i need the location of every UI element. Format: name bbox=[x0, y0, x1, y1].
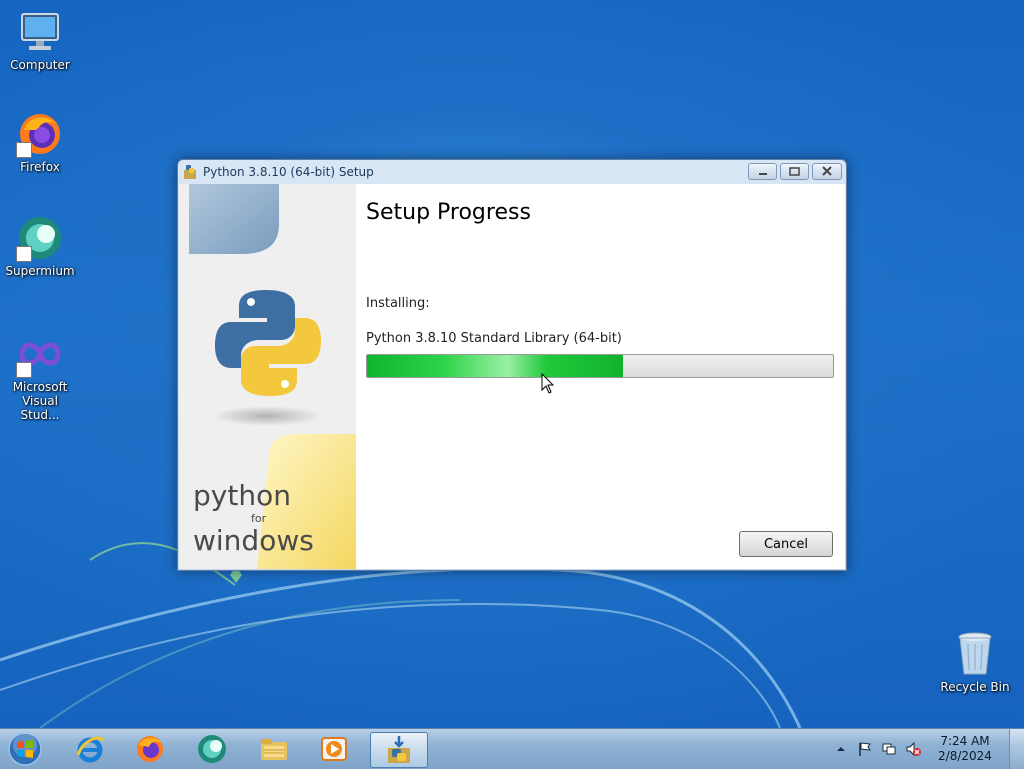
taskbar-media-player[interactable] bbox=[306, 732, 362, 766]
file-explorer-icon bbox=[261, 739, 287, 760]
chevron-up-icon bbox=[837, 747, 845, 751]
status-label: Installing: bbox=[366, 296, 430, 311]
system-tray: 7:24 AM 2/8/2024 bbox=[829, 729, 1024, 769]
taskbar-python-setup[interactable] bbox=[370, 732, 428, 768]
progress-bar bbox=[366, 354, 834, 378]
action-center-tray[interactable] bbox=[857, 741, 873, 757]
page-title: Setup Progress bbox=[366, 200, 531, 225]
desktop-icon-computer[interactable]: Computer bbox=[2, 8, 78, 72]
desktop-icon-supermium[interactable]: Supermium bbox=[2, 214, 78, 278]
close-button[interactable] bbox=[812, 163, 842, 180]
windows-start-icon bbox=[8, 732, 42, 766]
flag-icon bbox=[859, 742, 872, 756]
desktop-icon-label: Computer bbox=[10, 58, 70, 72]
shortcut-arrow-icon bbox=[16, 246, 32, 262]
taskbar: 7:24 AM 2/8/2024 bbox=[0, 728, 1024, 769]
brand-windows-text: windows bbox=[193, 524, 314, 557]
shortcut-arrow-icon bbox=[16, 142, 32, 158]
desktop-icon-firefox[interactable]: Firefox bbox=[2, 110, 78, 174]
desktop-icon-label: Supermium bbox=[5, 264, 75, 278]
current-package-label: Python 3.8.10 Standard Library (64-bit) bbox=[366, 331, 622, 346]
firefox-icon bbox=[16, 110, 64, 158]
taskbar-internet-explorer[interactable] bbox=[62, 732, 118, 766]
firefox-icon bbox=[137, 736, 163, 762]
recycle-bin-icon bbox=[951, 630, 999, 678]
taskbar-supermium[interactable] bbox=[184, 732, 240, 766]
setup-window: Python 3.8.10 (64-bit) Setup python for … bbox=[177, 159, 847, 571]
minimize-button[interactable] bbox=[748, 163, 777, 180]
visual-studio-icon bbox=[16, 330, 64, 378]
maximize-button[interactable] bbox=[780, 163, 809, 180]
desktop-icon-label: Firefox bbox=[20, 160, 60, 174]
minimize-icon bbox=[759, 173, 767, 175]
title-bar[interactable]: Python 3.8.10 (64-bit) Setup bbox=[178, 160, 846, 184]
internet-explorer-icon bbox=[76, 736, 104, 763]
desktop: Computer Firefox Supermium Microsoft Vis… bbox=[0, 0, 1024, 728]
cancel-button[interactable]: Cancel bbox=[739, 531, 833, 557]
volume-muted-icon bbox=[906, 741, 921, 757]
mouse-cursor-icon bbox=[541, 373, 555, 394]
network-tray[interactable] bbox=[881, 741, 897, 757]
desktop-icon-label: Recycle Bin bbox=[940, 680, 1010, 694]
taskbar-firefox[interactable] bbox=[122, 732, 178, 766]
show-desktop-button[interactable] bbox=[1009, 729, 1024, 769]
supermium-icon bbox=[16, 214, 64, 262]
supermium-icon bbox=[198, 735, 226, 763]
shortcut-arrow-icon bbox=[16, 362, 32, 378]
show-hidden-icons-button[interactable] bbox=[833, 741, 849, 757]
desktop-icon-label: Microsoft Visual Stud... bbox=[12, 380, 68, 422]
desktop-icon-recycle-bin[interactable]: Recycle Bin bbox=[937, 630, 1013, 694]
start-button[interactable] bbox=[4, 730, 46, 768]
media-player-icon bbox=[321, 737, 347, 761]
volume-tray[interactable] bbox=[905, 741, 921, 757]
close-icon bbox=[822, 166, 832, 176]
clock-time: 7:24 AM bbox=[940, 734, 990, 748]
setup-content: python for windows Setup Progress Instal… bbox=[179, 184, 845, 569]
network-icon bbox=[882, 743, 896, 755]
window-title: Python 3.8.10 (64-bit) Setup bbox=[203, 165, 374, 179]
progress-fill bbox=[367, 355, 624, 377]
python-branding-panel: python for windows bbox=[179, 184, 356, 569]
restore-icon bbox=[789, 167, 800, 176]
python-setup-icon bbox=[388, 736, 410, 763]
desktop-icon-visual-studio[interactable]: Microsoft Visual Stud... bbox=[2, 330, 78, 422]
brand-python-text: python bbox=[193, 479, 291, 512]
clock[interactable]: 7:24 AM 2/8/2024 bbox=[925, 734, 1005, 764]
python-setup-icon bbox=[184, 165, 196, 179]
computer-icon bbox=[16, 8, 64, 56]
taskbar-file-explorer[interactable] bbox=[246, 732, 302, 766]
clock-date: 2/8/2024 bbox=[938, 749, 992, 763]
